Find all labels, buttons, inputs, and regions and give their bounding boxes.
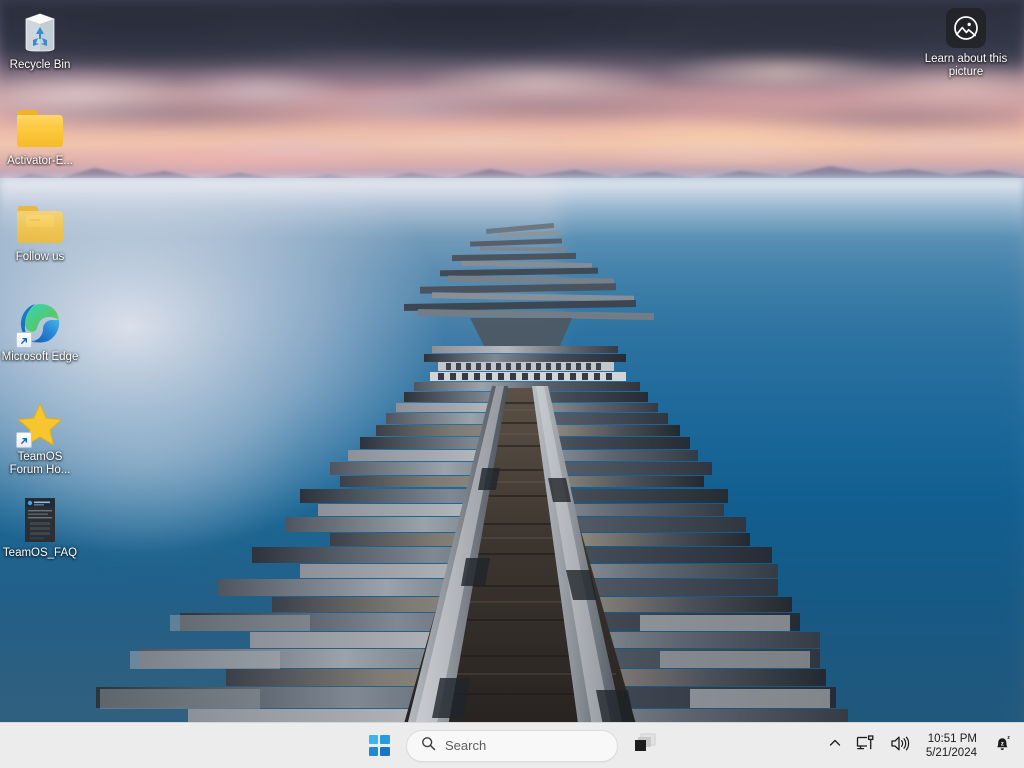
desktop-icon-label: TeamOS_FAQ: [2, 547, 78, 559]
desktop-icon-teamos-forum-home[interactable]: TeamOS Forum Ho...: [0, 400, 80, 476]
desktop-icon-teamos-faq[interactable]: TeamOS_FAQ: [0, 496, 80, 560]
svg-text:z: z: [1001, 740, 1004, 747]
wallpaper-pier: [96, 223, 848, 738]
svg-text:z: z: [1007, 735, 1010, 741]
desktop-icon-grid: Recycle Bin Activator-E... Follow us Mic…: [0, 0, 90, 720]
document-thumbnail-icon: [16, 496, 64, 544]
desktop-icon-activator-e[interactable]: Activator-E...: [0, 104, 80, 168]
network-monitor-icon: [856, 734, 876, 757]
learn-about-picture-widget[interactable]: Learn about this picture: [916, 8, 1016, 79]
desktop-icon-label: Follow us: [15, 251, 65, 263]
shortcut-arrow-icon: [16, 332, 32, 348]
edge-icon: [16, 300, 64, 348]
desktop-icon-recycle-bin[interactable]: Recycle Bin: [0, 8, 80, 72]
taskbar-clock[interactable]: 10:51 PM 5/21/2024: [918, 729, 985, 763]
clock-date: 5/21/2024: [925, 746, 977, 759]
desktop-icon-label: Recycle Bin: [9, 59, 71, 71]
taskbar: Search 10:51 PM 5/21/2024 z z: [0, 722, 1024, 768]
task-view-icon: [634, 733, 656, 758]
start-button[interactable]: [362, 729, 396, 763]
desktop-icon-label: Microsoft Edge: [1, 351, 79, 363]
chevron-up-icon: [828, 736, 842, 755]
desktop-icon-microsoft-edge[interactable]: Microsoft Edge: [0, 300, 80, 364]
clock-time: 10:51 PM: [927, 732, 977, 745]
recycle-bin-icon: [16, 8, 64, 56]
folder-icon: [16, 104, 64, 152]
bell-dnd-icon: z z: [993, 734, 1012, 758]
search-icon: [421, 736, 436, 756]
speaker-icon: [890, 735, 910, 757]
learn-about-picture-label: Learn about this picture: [924, 53, 1008, 78]
tray-network-button[interactable]: [850, 729, 882, 763]
folder-icon: [16, 200, 64, 248]
shortcut-arrow-icon: [16, 432, 32, 448]
tray-hidden-icons-button[interactable]: [822, 729, 848, 763]
search-placeholder: Search: [445, 738, 487, 753]
notifications-button[interactable]: z z: [987, 729, 1018, 763]
taskbar-center-group: Search: [362, 729, 662, 763]
picture-info-icon: [946, 8, 986, 48]
desktop-icon-label: TeamOS Forum Ho...: [9, 451, 71, 476]
tray-volume-button[interactable]: [884, 729, 916, 763]
desktop-icon-label: Activator-E...: [7, 155, 73, 167]
star-icon: [16, 400, 64, 448]
taskbar-app-task-view[interactable]: [628, 729, 662, 763]
desktop-icon-follow-us[interactable]: Follow us: [0, 200, 80, 264]
desktop-wallpaper[interactable]: [0, 0, 1024, 768]
search-input[interactable]: Search: [406, 729, 618, 762]
windows-logo-icon: [368, 735, 390, 756]
system-tray: 10:51 PM 5/21/2024 z z: [822, 723, 1018, 768]
